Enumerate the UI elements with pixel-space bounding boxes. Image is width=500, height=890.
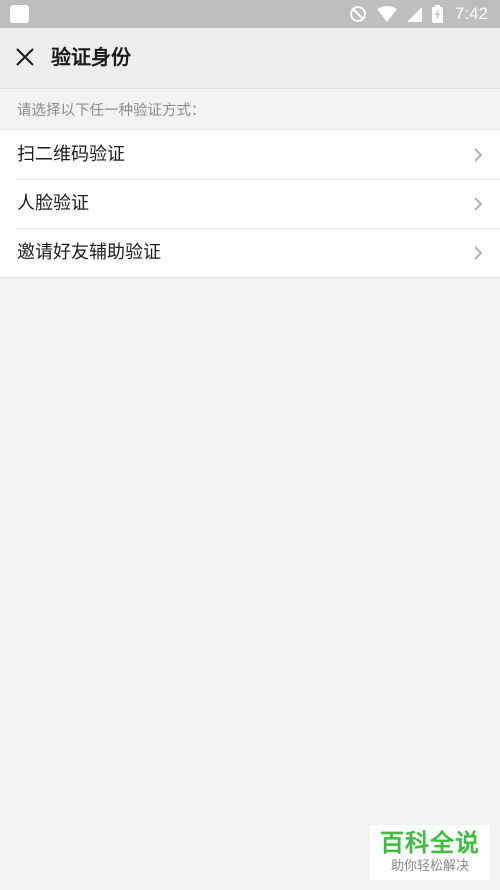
close-icon <box>16 48 34 66</box>
watermark-title: 百科全说 <box>380 829 480 857</box>
do-not-disturb-icon <box>349 6 366 22</box>
signal-icon <box>406 6 422 22</box>
instruction-text: 请选择以下任一种验证方式： <box>17 103 206 119</box>
divider <box>16 179 500 180</box>
chevron-right-icon <box>474 148 483 162</box>
option-label: 扫二维码验证 <box>17 144 125 165</box>
chevron-right-icon <box>474 246 483 260</box>
option-qr-code-verification[interactable]: 扫二维码验证 <box>0 130 500 179</box>
verification-options-list: 扫二维码验证 人脸验证 邀请好友辅助验证 <box>0 129 500 278</box>
chevron-right-icon <box>474 197 483 211</box>
close-button[interactable] <box>10 42 40 72</box>
wifi-icon <box>376 6 397 22</box>
watermark-subtitle: 助你轻松解决 <box>390 859 469 874</box>
app-header: 验证身份 <box>0 28 500 89</box>
watermark-logo: 百科全说 助你轻松解决 <box>370 825 490 880</box>
option-friend-assisted-verification[interactable]: 邀请好友辅助验证 <box>0 228 500 277</box>
battery-charging-icon <box>431 5 443 23</box>
divider <box>16 228 500 229</box>
status-time: 7:42 <box>454 4 488 23</box>
option-face-verification[interactable]: 人脸验证 <box>0 179 500 228</box>
status-bar: 7:42 <box>0 0 500 28</box>
page-title: 验证身份 <box>51 45 131 69</box>
option-label: 人脸验证 <box>17 193 89 214</box>
status-icons: 7:42 <box>349 0 488 28</box>
app-notification-icon <box>10 5 29 23</box>
option-label: 邀请好友辅助验证 <box>17 242 161 263</box>
